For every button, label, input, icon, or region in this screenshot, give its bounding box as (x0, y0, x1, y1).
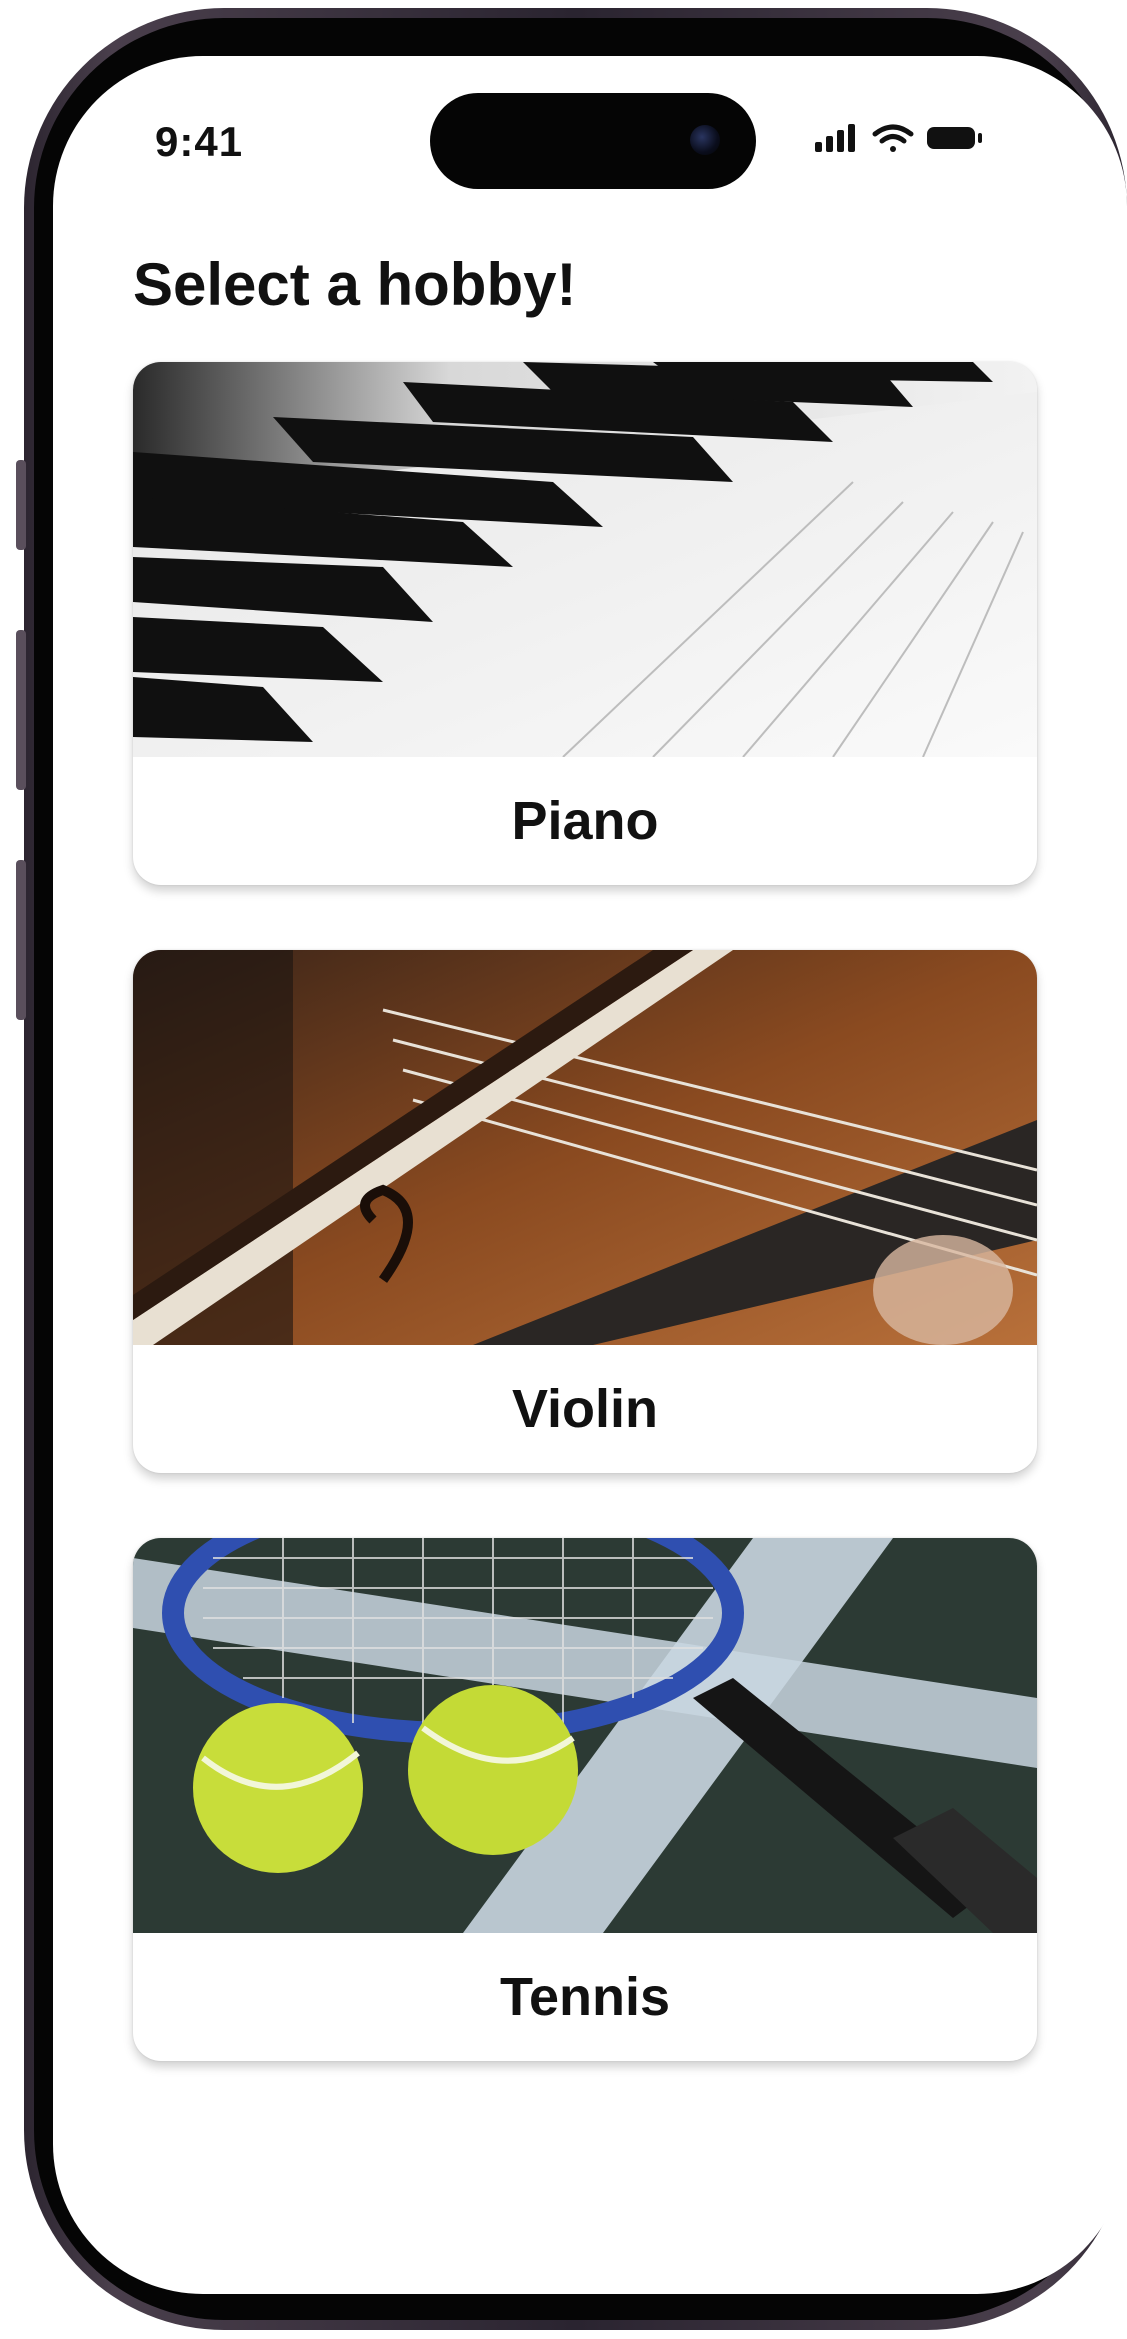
volume-down-button (16, 860, 26, 1020)
hobby-card-tennis[interactable]: Tennis (133, 1538, 1037, 2061)
wifi-icon (872, 124, 914, 152)
front-camera-icon (690, 125, 720, 155)
hobby-label: Violin (511, 1379, 659, 1439)
action-button (16, 460, 26, 550)
battery-icon (927, 127, 982, 149)
hobby-card-violin[interactable]: Violin (133, 950, 1037, 1473)
tennis-image (133, 1538, 1037, 1933)
page-title: Select a hobby! (133, 251, 577, 318)
hobby-label: Tennis (499, 1967, 670, 2027)
violin-image (133, 950, 1037, 1345)
cellular-signal-icon (815, 124, 855, 152)
status-icons (815, 124, 982, 152)
piano-image (133, 362, 1037, 757)
hobby-label: Piano (511, 791, 659, 851)
volume-up-button (16, 630, 26, 790)
hobby-card-piano[interactable]: Piano (133, 362, 1037, 885)
status-time: 9:41 (155, 118, 244, 165)
dynamic-island (430, 93, 756, 189)
